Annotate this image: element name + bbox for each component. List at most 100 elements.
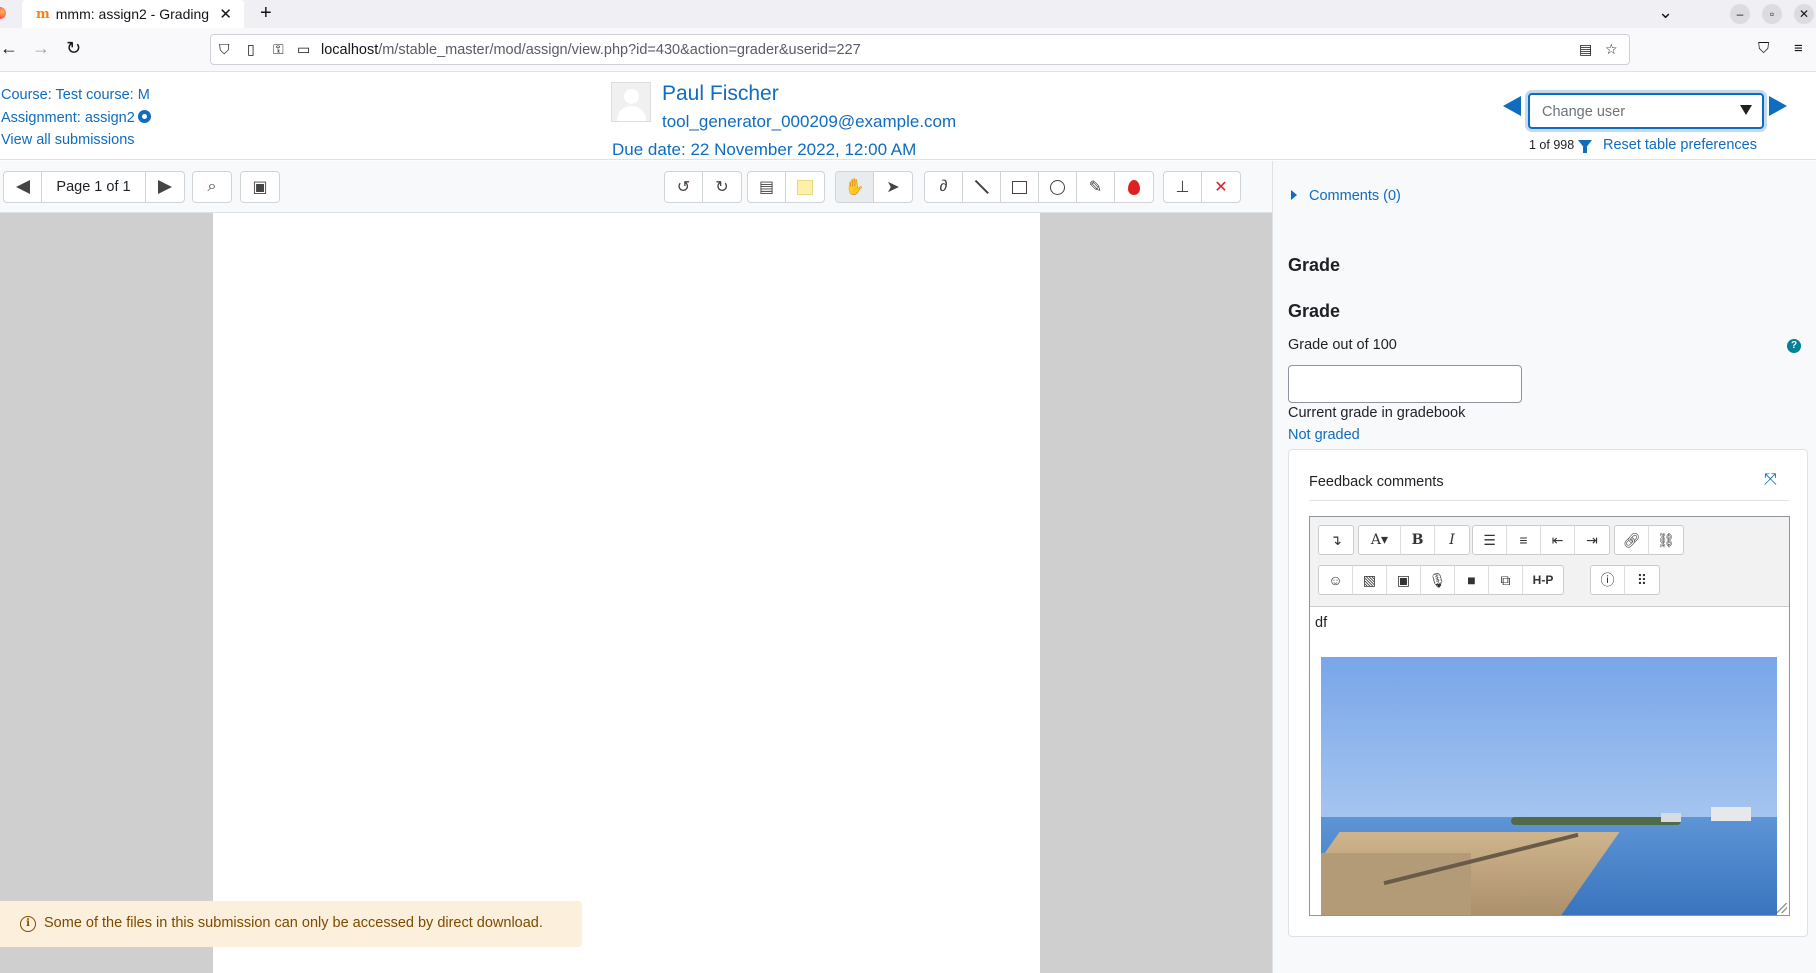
collapse-expand-button[interactable]: ▣ [241,172,279,202]
direct-download-notice: i Some of the files in this submission c… [0,901,582,947]
gear-icon[interactable] [137,109,151,123]
not-graded-link[interactable]: Not graded [1288,427,1360,443]
unordered-list-button[interactable]: ☰ [1473,526,1507,554]
menu-icon[interactable]: ≡ [1794,40,1803,57]
draw-tools-group: ∂ ✎ [924,171,1154,203]
indent-button[interactable]: ⇥ [1575,526,1609,554]
browser-tabstrip: m mmm: assign2 - Grading ✕ + ⌄ – ▫ ✕ [0,0,1816,28]
comment-color-button[interactable] [786,172,824,202]
cross-icon: ✕ [1214,179,1228,196]
change-user-select[interactable]: Change user [1528,93,1764,129]
select-button[interactable]: ➤ [874,172,912,202]
assignment-link[interactable]: Assignment: assign2 [1,110,135,126]
reload-icon[interactable]: ↻ [66,38,81,59]
page-select[interactable]: Page 1 of 1 [42,172,146,202]
embedded-beach-image[interactable] [1321,657,1777,915]
fullscreen-expand-icon[interactable]: ⤧ [1764,472,1780,488]
tab-title: mmm: assign2 - Grading [55,6,210,22]
font-style-icon: A▾ [1370,532,1389,548]
view-all-submissions-link[interactable]: View all submissions [1,129,151,152]
media-file-icon: ▣ [1396,571,1411,588]
rotate-right-button[interactable]: ↻ [703,172,741,202]
record-video-button[interactable]: ■ [1455,566,1489,594]
grade-input[interactable] [1288,365,1522,403]
url-bar[interactable]: ⛉ ▯ ⚿ ▭ localhost/m/stable_master/mod/as… [210,34,1630,65]
user-email-link[interactable]: tool_generator_000209@example.com [662,112,956,132]
rotate-left-button[interactable]: ↺ [665,172,703,202]
unlink-icon: ⛓︎ [1657,531,1675,548]
collapse-arrow-icon: ↴ [1330,531,1342,548]
filter-icon[interactable] [1578,140,1592,153]
pen-button[interactable]: ∂ [925,172,963,202]
stamp-picker-button[interactable]: ✕ [1202,172,1240,202]
permissions-icon[interactable]: ⚿ [273,41,284,58]
window-icon: ▣ [252,179,268,196]
window-close-icon[interactable]: ✕ [1794,4,1814,24]
show-more-button[interactable]: ↴ [1319,526,1353,554]
line-icon [974,180,989,194]
stamp-group: ⊥ ✕ [1163,171,1241,203]
bookmark-star-icon[interactable]: ☆ [1605,41,1618,58]
tab-close-icon[interactable]: ✕ [219,5,232,23]
url-host: localhost [321,42,379,58]
user-name-link[interactable]: Paul Fischer [662,82,779,106]
media-button[interactable]: ▣ [1387,566,1421,594]
new-tab-icon[interactable]: + [260,2,272,25]
color-drop-icon [1128,179,1140,195]
screenreader-helper-button[interactable]: ⠿ [1625,566,1659,594]
browser-tab[interactable]: m mmm: assign2 - Grading ✕ [22,0,244,28]
italic-button[interactable]: I [1435,526,1469,554]
next-page-button[interactable] [146,172,184,202]
page-icon[interactable]: ▯ [247,41,255,58]
previous-page-button[interactable] [4,172,42,202]
link-button[interactable]: 🔗︎ [1615,526,1649,554]
paragraph-style-button[interactable]: A▾ [1359,526,1401,554]
list-group: ☰ ≡ ⇤ ⇥ [1472,525,1610,555]
pan-button[interactable]: ✋ [836,172,874,202]
manage-files-button[interactable]: ⧉ [1489,566,1523,594]
reader-view-icon[interactable]: ▤ [1579,41,1592,58]
line-button[interactable] [963,172,1001,202]
help-icon[interactable]: ? [1787,339,1801,353]
minimize-icon[interactable]: – [1730,4,1750,24]
accessibility-checker-button[interactable]: ⓘ [1591,566,1625,594]
comment-button[interactable]: ▤ [748,172,786,202]
camera-icon[interactable]: ▭ [297,41,310,58]
bullet-list-icon: ☰ [1483,531,1496,548]
next-user-icon[interactable] [1769,96,1787,116]
ordered-list-button[interactable]: ≡ [1507,526,1541,554]
search-comments-button[interactable]: ⌕ [193,172,231,202]
restore-icon[interactable]: ▫ [1762,4,1782,24]
reset-table-preferences-link[interactable]: Reset table preferences [1603,137,1757,153]
h5p-button[interactable]: H‑P [1523,566,1563,594]
comments-toggle[interactable]: Comments (0) [1291,188,1401,204]
bold-button[interactable]: B [1401,526,1435,554]
pdf-toolbar: Page 1 of 1 ⌕ ▣ ↺ ↻ ▤ ✋ ➤ ∂ ✎ ⊥ ✕ [0,161,1272,213]
forward-icon[interactable]: → [32,38,50,59]
notice-text: Some of the files in this submission can… [44,915,543,931]
emoji-button[interactable]: ☺ [1319,566,1353,594]
shield-icon[interactable]: ⛉ [219,41,230,58]
highlight-button[interactable]: ✎ [1077,172,1115,202]
editor-content[interactable]: df [1310,607,1789,915]
stamp-button[interactable]: ⊥ [1164,172,1202,202]
oval-button[interactable] [1039,172,1077,202]
annotation-color-button[interactable] [1115,172,1153,202]
firefox-icon [0,7,6,19]
list-tabs-chevron-icon[interactable]: ⌄ [1658,2,1673,23]
pocket-icon[interactable]: ⛉ [1758,40,1769,57]
resize-handle-icon[interactable] [1777,903,1787,913]
back-icon[interactable]: ← [0,38,18,59]
url-text[interactable]: localhost/m/stable_master/mod/assign/vie… [321,42,861,58]
record-audio-button[interactable]: 🎙︎ [1421,566,1455,594]
change-user-placeholder: Change user [1542,104,1626,120]
unlink-button[interactable]: ⛓︎ [1649,526,1683,554]
collapse-group: ↴ [1318,525,1354,555]
pdf-page[interactable] [213,213,1040,973]
rectangle-button[interactable] [1001,172,1039,202]
previous-user-icon[interactable] [1503,96,1521,116]
outdent-button[interactable]: ⇤ [1541,526,1575,554]
avatar[interactable] [611,82,651,122]
course-link[interactable]: Course: Test course: M [1,84,151,107]
image-button[interactable]: ▧ [1353,566,1387,594]
